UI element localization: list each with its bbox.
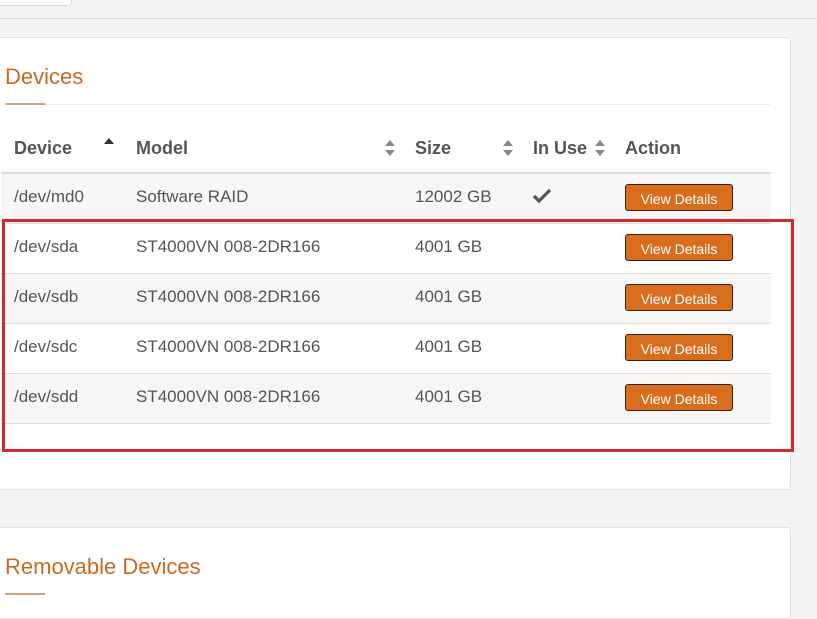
table-row: /dev/sdd ST4000VN 008-2DR166 4001 GB Vie… (1, 374, 771, 424)
top-tab[interactable] (0, 0, 72, 6)
view-details-button[interactable]: View Details (625, 384, 733, 411)
table-row: /dev/sda ST4000VN 008-2DR166 4001 GB Vie… (1, 224, 771, 274)
sort-icon[interactable] (595, 139, 605, 157)
view-details-button[interactable]: View Details (625, 334, 733, 361)
devices-table: Device Model Size In Use Action /dev/md0… (1, 125, 771, 424)
view-details-button[interactable]: View Details (625, 284, 733, 311)
device-cell: /dev/sdd (14, 387, 79, 406)
table-row: /dev/sdb ST4000VN 008-2DR166 4001 GB Vie… (1, 274, 771, 324)
column-header-size[interactable]: Size (415, 138, 451, 159)
device-cell: /dev/sda (14, 237, 79, 256)
model-cell: Software RAID (136, 187, 249, 206)
model-cell: ST4000VN 008-2DR166 (136, 337, 321, 356)
removable-panel-title: Removable Devices (5, 554, 201, 579)
title-accent (5, 103, 45, 105)
model-cell: ST4000VN 008-2DR166 (136, 387, 321, 406)
table-header: Device Model Size In Use Action (1, 125, 771, 174)
column-header-action: Action (625, 138, 681, 158)
column-header-in-use[interactable]: In Use (533, 138, 587, 159)
view-details-button[interactable]: View Details (625, 234, 733, 261)
model-cell: ST4000VN 008-2DR166 (136, 287, 321, 306)
table-row: /dev/sdc ST4000VN 008-2DR166 4001 GB Vie… (1, 324, 771, 374)
devices-panel: Devices Device Model Size In Use Action … (0, 37, 791, 490)
devices-panel-title: Devices (5, 64, 84, 89)
table-row: /dev/md0 Software RAID 12002 GB View Det… (1, 174, 771, 224)
size-cell: 12002 GB (415, 187, 492, 206)
device-cell: /dev/sdb (14, 287, 79, 306)
sort-icon[interactable] (385, 139, 395, 157)
removable-devices-panel: Removable Devices (0, 527, 791, 619)
sort-icon[interactable] (503, 139, 513, 157)
device-cell: /dev/sdc (14, 337, 78, 356)
sort-asc-icon[interactable] (104, 138, 114, 156)
column-header-device[interactable]: Device (14, 138, 72, 159)
check-icon (533, 188, 551, 204)
model-cell: ST4000VN 008-2DR166 (136, 237, 321, 256)
view-details-button[interactable]: View Details (625, 184, 733, 211)
size-cell: 4001 GB (415, 337, 483, 356)
title-rule (5, 104, 770, 105)
size-cell: 4001 GB (415, 287, 483, 306)
top-divider (0, 18, 817, 19)
device-cell: /dev/md0 (14, 187, 84, 206)
size-cell: 4001 GB (415, 387, 483, 406)
title-accent (5, 593, 45, 595)
column-header-model[interactable]: Model (136, 138, 188, 159)
size-cell: 4001 GB (415, 237, 483, 256)
